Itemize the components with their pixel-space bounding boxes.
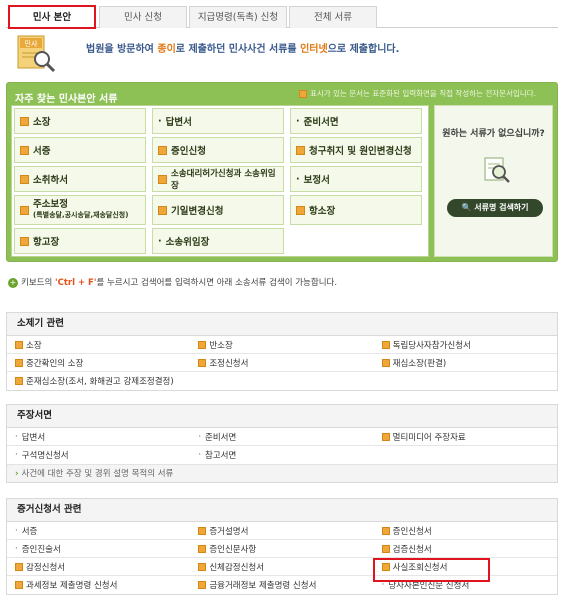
doc-icon: [158, 174, 167, 184]
doc-icon: [299, 90, 307, 98]
doc-link[interactable]: 독립당사자참가신청서: [374, 336, 557, 353]
doc-icon: [15, 340, 23, 349]
doc-link[interactable]: 준재심소장(조서, 화해권고 강제조정결정): [7, 372, 367, 390]
document-search-icon: [479, 154, 513, 186]
table-row: · 구석명신청서 · 참고서면: [7, 446, 557, 464]
table-row: 중간확인의 소장 조정신청서 재심소장(판결): [7, 354, 557, 372]
doc-icon: [198, 526, 207, 535]
tab-all-documents[interactable]: 전체 서류: [289, 6, 377, 28]
doc-link[interactable]: 중간확인의 소장: [7, 354, 190, 371]
doc-link[interactable]: 감정신청서: [7, 558, 190, 575]
doc-link[interactable]: · 답변서: [7, 428, 190, 445]
tab-bar: 민사 본안 민사 신청 지급명령(독촉) 신청 전체 서류: [6, 5, 558, 29]
intro-icon-label: 민사: [25, 39, 38, 48]
doc-icon: [15, 562, 23, 571]
document-name-search-button[interactable]: 🔍 서류명 검색하기: [447, 199, 543, 217]
doc-link[interactable]: 검증신청서: [374, 540, 557, 557]
fav-item-withdrawal[interactable]: 소취하서: [14, 166, 146, 192]
fav-item-interlocutory-appeal[interactable]: 항고장: [14, 228, 146, 254]
doc-icon: [20, 205, 29, 215]
tab-civil-application[interactable]: 민사 신청: [99, 6, 187, 28]
table-row: 소장 반소장 독립당사자참가신청서: [7, 336, 557, 354]
doc-link[interactable]: · 참고서면: [190, 446, 373, 464]
doc-icon: [20, 145, 29, 155]
doc-link[interactable]: · 증인진술서: [7, 540, 190, 557]
fav-item-claim-change[interactable]: 청구취지 및 원인변경신청: [290, 137, 422, 163]
fav-item-witness-application[interactable]: 증인신청: [152, 137, 284, 163]
doc-icon: [15, 581, 23, 589]
document-magnifier-icon: 민사: [14, 34, 58, 74]
doc-link[interactable]: 과세정보 제출명령 신청서: [7, 576, 190, 594]
section-title: 증거신청서 관련: [17, 504, 82, 515]
section-briefs: 주장서면 · 답변서 · 준비서면 멀티미디어 주장자료 · 구석명신청서 · 참고서면…: [6, 404, 558, 483]
fav-item-attorney-permission[interactable]: 소송대리허가신청과 소송위임장: [152, 166, 284, 192]
doc-link[interactable]: 증인신청서: [374, 522, 557, 539]
doc-link[interactable]: 소장: [7, 336, 190, 353]
doc-link[interactable]: 멀티미디어 주장자료: [374, 428, 557, 445]
fav-item-date-change[interactable]: 기일변경신청: [152, 195, 284, 225]
doc-icon: [158, 145, 167, 155]
empty-cell: [374, 446, 557, 464]
doc-link[interactable]: 금융거래정보 제출명령 신청서: [190, 576, 373, 594]
table-row: 준재심소장(조서, 화해권고 강제조정결정): [7, 372, 557, 390]
highlight-box: [373, 558, 490, 582]
doc-icon: [198, 562, 207, 571]
section-title: 소제기 관련: [17, 318, 65, 329]
doc-icon: [15, 358, 23, 367]
tab-civil-main[interactable]: 민사 본안: [8, 5, 96, 29]
table-row: · 증인진술서 증인신문사항 검증신청서: [7, 540, 557, 558]
fav-item-amendment[interactable]: · 보정서: [290, 166, 422, 192]
side-question: 원하는 서류가 없으십니까?: [442, 129, 545, 139]
fav-item-appeal[interactable]: 항소장: [290, 195, 422, 225]
doc-icon: [158, 205, 167, 215]
doc-icon: [198, 544, 207, 553]
doc-icon: [296, 205, 305, 215]
doc-link[interactable]: 조정신청서: [190, 354, 373, 371]
doc-link[interactable]: 재심소장(판결): [374, 354, 557, 371]
intro-text: 법원을 방문하여 종이로 제출하던 민사사건 서류를 인터넷으로 제출합니다.: [86, 44, 400, 55]
favorites-grid: 소장 · 답변서 · 준비서면 서증 증인신청 청구취지 및 원인변경신청 소취하서…: [11, 105, 429, 257]
table-row: · 답변서 · 준비서면 멀티미디어 주장자료: [7, 428, 557, 446]
doc-link[interactable]: 증인신문사항: [190, 540, 373, 557]
doc-icon: [20, 116, 29, 126]
doc-icon: [381, 358, 390, 367]
table-row: · 서증 증거설명서 증인신청서: [7, 522, 557, 540]
section-title: 주장서면: [17, 410, 52, 421]
doc-icon: [296, 145, 305, 155]
doc-icon: [15, 377, 23, 385]
plus-circle-icon: +: [8, 277, 18, 288]
fav-item-address-correction[interactable]: 주소보정 (특별송달,공시송달,재송달신청): [14, 195, 146, 225]
doc-icon: [381, 544, 390, 553]
section-lawsuit-filing: 소제기 관련 소장 반소장 독립당사자참가신청서 중간확인의 소장 조정신청서 …: [6, 312, 558, 391]
fav-item-documentary-evidence[interactable]: 서증: [14, 137, 146, 163]
fav-item-complaint[interactable]: 소장: [14, 108, 146, 134]
doc-link[interactable]: · 준비서면: [190, 428, 373, 445]
favorites-title: 자주 찾는 민사본안 서류: [15, 94, 118, 105]
doc-icon: [381, 340, 390, 349]
favorite-documents-panel: 자주 찾는 민사본안 서류 표시가 있는 문서는 표준화된 입력화면을 직접 작…: [6, 82, 558, 262]
doc-link[interactable]: · 서증: [7, 522, 190, 539]
search-suggestion-box: 원하는 서류가 없으십니까? 🔍 서류명 검색하기: [434, 105, 553, 257]
keyboard-tip: + 키보드의 'Ctrl + F'를 누르시고 검색어를 입력하시면 아래 소송서…: [8, 277, 338, 288]
favorites-note: 표시가 있는 문서는 표준화된 입력화면을 직접 작성하는 전자문서입니다.: [299, 88, 536, 99]
doc-icon: [20, 174, 29, 184]
doc-icon: [198, 358, 207, 367]
doc-link[interactable]: · 구석명신청서: [7, 446, 190, 464]
section-note: › 사건에 대한 주장 및 경위 설명 목적의 서류: [7, 464, 557, 482]
doc-link[interactable]: 증거설명서: [190, 522, 373, 539]
doc-link[interactable]: 신체감정신청서: [190, 558, 373, 575]
doc-icon: [198, 340, 207, 349]
tab-payment-order[interactable]: 지급명령(독촉) 신청: [189, 6, 287, 28]
fav-item-preparatory-brief[interactable]: · 준비서면: [290, 108, 422, 134]
doc-icon: [381, 526, 390, 535]
doc-link[interactable]: 반소장: [190, 336, 373, 353]
doc-icon: [198, 581, 207, 589]
fav-item-answer[interactable]: · 답변서: [152, 108, 284, 134]
doc-icon: [20, 236, 29, 246]
doc-icon: [381, 432, 390, 441]
fav-item-power-of-attorney[interactable]: · 소송위임장: [152, 228, 284, 254]
